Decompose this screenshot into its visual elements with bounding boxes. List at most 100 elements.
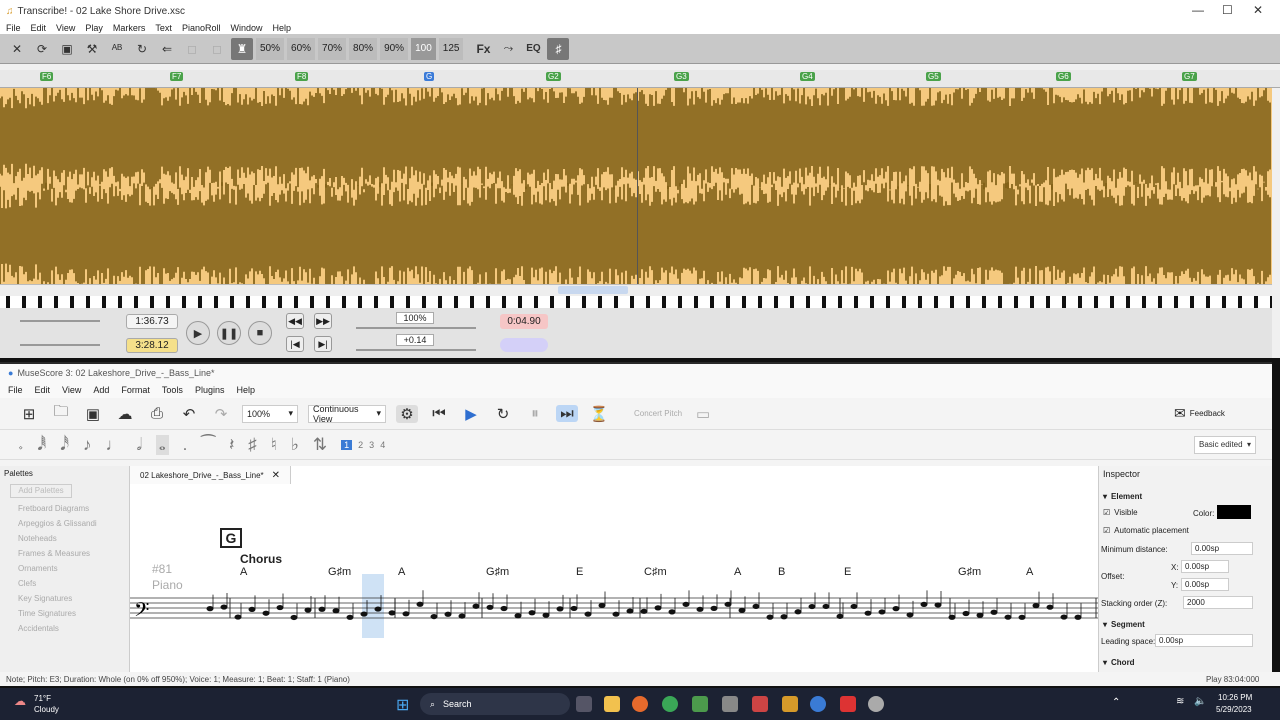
palette-arpeggios[interactable]: Arpeggios & Glissandi (0, 516, 129, 531)
note-head[interactable] (808, 603, 816, 610)
ms-menu-view[interactable]: View (62, 385, 81, 395)
redo-icon[interactable]: ↷ (210, 405, 232, 423)
zoom-icon[interactable]: ◻ (181, 38, 203, 60)
rewind-icon[interactable]: ⏮ (428, 405, 450, 422)
ms-menu-help[interactable]: Help (236, 385, 255, 395)
speed-125[interactable]: 125 (438, 37, 464, 60)
explorer-icon[interactable] (604, 696, 620, 712)
menu-edit[interactable]: Edit (31, 23, 47, 33)
dot-icon[interactable]: . (183, 435, 188, 455)
save-icon[interactable]: ▣ (82, 405, 104, 423)
note-head[interactable] (822, 603, 830, 610)
weather-desc[interactable]: Cloudy (34, 705, 59, 714)
menu-window[interactable]: Window (230, 23, 262, 33)
note-head[interactable] (444, 611, 452, 617)
menu-play[interactable]: Play (85, 23, 103, 33)
page-icon[interactable]: ◻ (206, 38, 228, 60)
note-head[interactable] (374, 606, 382, 612)
pause-button[interactable]: ❚❚ (217, 321, 241, 345)
tray-chevron-icon[interactable]: ⌃ (1112, 697, 1120, 708)
back-icon[interactable]: ⇐ (156, 38, 178, 60)
note-head[interactable] (1046, 604, 1054, 610)
save-icon[interactable]: ▣ (56, 38, 78, 60)
eq-button[interactable]: EQ (522, 38, 544, 60)
note-head[interactable] (598, 602, 606, 609)
playhead[interactable] (637, 88, 638, 284)
note-head[interactable] (738, 607, 746, 613)
piano-keyboard[interactable] (0, 296, 1272, 308)
note-head[interactable] (220, 604, 228, 610)
ms-menu-plugins[interactable]: Plugins (195, 385, 225, 395)
balance-slider[interactable] (20, 344, 100, 346)
undo-icon[interactable]: ↶ (178, 405, 200, 423)
marker-g7[interactable]: G7 (1182, 72, 1197, 81)
sharp-icon[interactable]: ♯ (248, 435, 257, 455)
ab-icon[interactable]: ᴬᴮ (106, 38, 128, 60)
weather-icon[interactable]: ☁ (14, 694, 26, 708)
note-head[interactable] (626, 608, 634, 614)
segment-header[interactable]: ▾ Segment (1103, 620, 1145, 629)
ms-menu-tools[interactable]: Tools (162, 385, 183, 395)
close-tab-icon[interactable]: ✕ (272, 470, 280, 481)
chord-symbol[interactable]: G♯m (328, 566, 351, 578)
chord-icon[interactable]: ♯ (547, 37, 570, 60)
note-head[interactable] (906, 612, 914, 618)
speed-slider[interactable] (356, 327, 476, 329)
note-head[interactable] (402, 611, 410, 617)
note-head[interactable] (640, 608, 648, 614)
marker-f8[interactable]: F8 (295, 72, 309, 81)
note-input-icon[interactable]: 𝆹 (18, 435, 23, 455)
ms-menu-format[interactable]: Format (121, 385, 150, 395)
app-icon-10[interactable] (840, 696, 856, 712)
loop-time[interactable]: 0:04.90 (500, 314, 548, 329)
offset-y-field[interactable]: 0.00sp (1181, 578, 1229, 591)
speed-80[interactable]: 80% (349, 37, 378, 60)
note-head[interactable] (1074, 614, 1082, 620)
clock-time[interactable]: 10:26 PM (1218, 693, 1252, 702)
taskview-icon[interactable] (576, 696, 592, 712)
chord-header[interactable]: ▾ Chord (1103, 658, 1135, 667)
marker-g[interactable]: G (424, 72, 435, 81)
prev-button[interactable]: |◀ (286, 336, 304, 352)
arrow-icon[interactable]: ⤳ (497, 38, 519, 60)
note-head[interactable] (304, 607, 312, 613)
note-head[interactable] (276, 604, 284, 611)
section-text[interactable]: Chorus (240, 552, 282, 566)
chord-symbol[interactable]: G♯m (486, 566, 509, 578)
chord-symbol[interactable]: C♯m (644, 566, 667, 578)
marker-ruler[interactable]: F6 F7 F8 G G2 G3 G4 G5 G6 G7 (0, 70, 1280, 88)
palette-fretboard[interactable]: Fretboard Diagrams (0, 501, 129, 516)
feedback-button[interactable]: Feedback (1190, 409, 1225, 418)
position-time[interactable]: 1:36.73 (126, 314, 178, 329)
score-tab[interactable]: 02 Lakeshore_Drive_-_Bass_Line* ✕ (130, 466, 292, 484)
ms-menu-file[interactable]: File (8, 385, 23, 395)
score-view[interactable]: 02 Lakeshore_Drive_-_Bass_Line* ✕ G Chor… (130, 466, 1098, 678)
voice-4[interactable]: 4 (380, 440, 385, 450)
auto-placement-checkbox[interactable]: ☑ Automatic placement (1103, 526, 1189, 535)
chord-symbol[interactable]: A (734, 566, 741, 578)
loop-in-icon[interactable]: ⏸ (524, 405, 546, 422)
note-head[interactable] (556, 606, 564, 612)
note-head[interactable] (584, 611, 592, 617)
note-head[interactable] (724, 601, 732, 607)
palette-clefs[interactable]: Clefs (0, 576, 129, 591)
clock-date[interactable]: 5/29/2023 (1216, 705, 1252, 714)
app-icon-11[interactable] (868, 696, 884, 712)
firefox-icon[interactable] (632, 696, 648, 712)
note-head[interactable] (346, 614, 354, 620)
note-head[interactable] (542, 612, 550, 618)
start-icon[interactable]: ⊞ (396, 695, 409, 715)
camera-icon[interactable]: ▭ (692, 405, 714, 423)
natural-icon[interactable]: ♮ (271, 435, 277, 455)
note-head[interactable] (318, 606, 326, 612)
voice-3[interactable]: 3 (369, 440, 374, 450)
note-head[interactable] (948, 614, 956, 620)
app-icon-6[interactable] (722, 696, 738, 712)
loop-out-icon[interactable]: ⏭ (556, 405, 578, 422)
palette-time-signatures[interactable]: Time Signatures (0, 606, 129, 621)
wifi-icon[interactable]: ≋ (1176, 696, 1184, 707)
note-head[interactable] (864, 610, 872, 616)
minimize-icon[interactable]: — (1192, 3, 1204, 17)
note-head[interactable] (934, 602, 942, 608)
note-head[interactable] (752, 603, 760, 610)
